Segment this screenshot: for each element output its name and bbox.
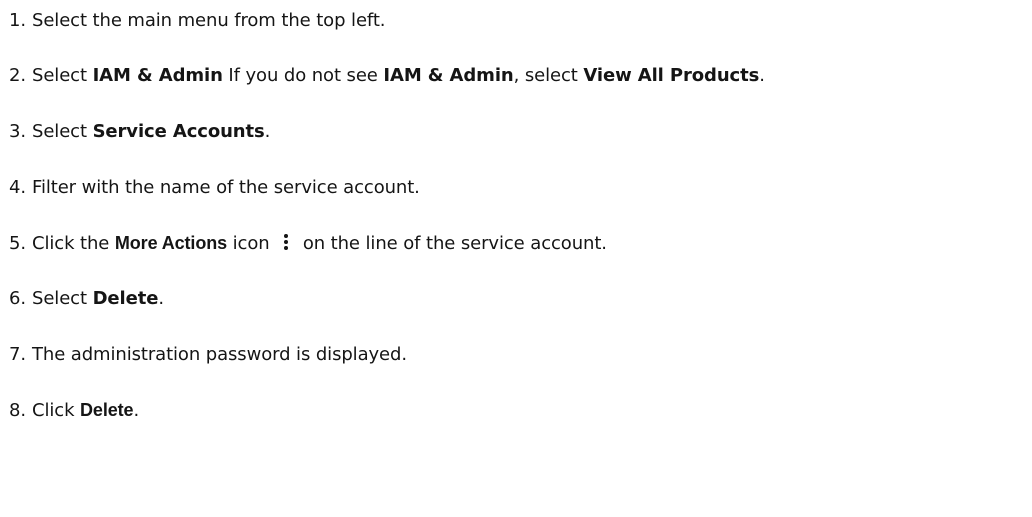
step-2: 2. Select IAM & Admin If you do not see I…: [0, 61, 765, 91]
menu-term-delete: Delete: [92, 288, 159, 309]
step-number: 6.: [9, 288, 26, 309]
step-number: 5.: [9, 233, 26, 254]
step-5: 5. Click the More Actions icon on the lin…: [0, 228, 607, 258]
step-6: 6. Select Delete.: [0, 284, 164, 314]
step-text: Select the main menu from the top left.: [32, 10, 386, 31]
step-text: If you do not see: [222, 65, 384, 86]
menu-term-iam-admin: IAM & Admin: [383, 65, 514, 86]
step-text: Select: [32, 65, 93, 86]
step-text: The administration password is displayed…: [32, 344, 407, 365]
kebab-vertical-icon: [275, 232, 297, 252]
step-4: 4. Filter with the name of the service ac…: [0, 173, 420, 203]
step-3: 3. Select Service Accounts.: [0, 117, 270, 147]
step-text: .: [264, 121, 271, 142]
step-text: on the line of the service account.: [297, 233, 607, 254]
step-number: 7.: [9, 344, 26, 365]
step-text: Filter with the name of the service acco…: [32, 177, 420, 198]
menu-term-view-all-products: View All Products: [583, 65, 760, 86]
ui-term-delete: Delete: [80, 400, 134, 420]
step-number: 8.: [9, 400, 26, 421]
step-7: 7. The administration password is display…: [0, 340, 407, 370]
step-number: 2.: [9, 65, 26, 86]
ui-term-more-actions: More Actions: [114, 233, 228, 253]
menu-term-service-accounts: Service Accounts: [92, 121, 265, 142]
step-text: .: [158, 288, 164, 309]
step-number: 3.: [9, 121, 26, 142]
step-number: 1.: [9, 10, 26, 31]
step-1: 1. Select the main menu from the top left…: [0, 6, 386, 36]
step-text: Select: [32, 288, 93, 309]
step-text: icon: [227, 233, 276, 254]
step-text: .: [759, 65, 765, 86]
step-text: Select: [32, 121, 93, 142]
step-text: , select: [513, 65, 584, 86]
step-text: Click: [32, 400, 81, 421]
menu-term-iam-admin: IAM & Admin: [92, 65, 223, 86]
step-number: 4.: [9, 177, 26, 198]
step-8: 8. Click Delete.: [0, 395, 139, 425]
step-text: .: [133, 400, 140, 421]
step-text: Click the: [32, 233, 115, 254]
